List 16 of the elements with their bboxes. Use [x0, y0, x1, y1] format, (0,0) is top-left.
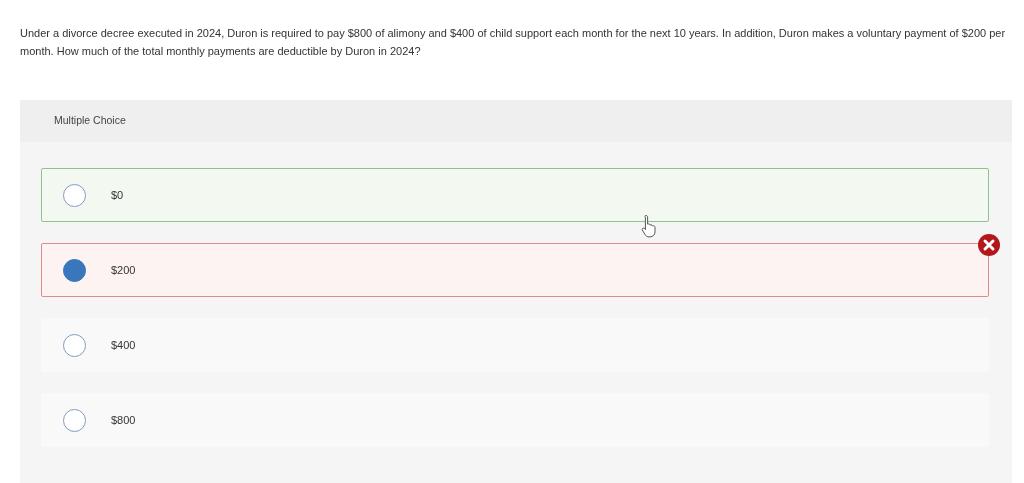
answer-option[interactable]: $800 [41, 393, 989, 447]
radio-button[interactable] [63, 258, 86, 282]
incorrect-icon [978, 234, 1000, 256]
option-label: $400 [111, 337, 136, 353]
option-label: $200 [111, 262, 136, 278]
pointer-cursor-icon [641, 214, 658, 238]
answer-option[interactable]: $0 [41, 168, 989, 222]
answer-option[interactable]: $400 [41, 318, 989, 372]
answer-option[interactable]: $200 [41, 243, 989, 297]
radio-button[interactable] [63, 333, 86, 357]
option-label: $800 [111, 412, 136, 428]
panel-title: Multiple Choice [54, 113, 126, 129]
option-label: $0 [111, 187, 124, 203]
question-text: Under a divorce decree executed in 2024, Duron is required to pay $800 of alimony and $400 of child support each month for the next 10 years. In addition, Duron makes a voluntary payment of $200 per month. How much of the total monthly payments are deductible by Duron in 2024? [20, 26, 1007, 59]
radio-button[interactable] [63, 408, 86, 432]
radio-button[interactable] [63, 183, 86, 207]
